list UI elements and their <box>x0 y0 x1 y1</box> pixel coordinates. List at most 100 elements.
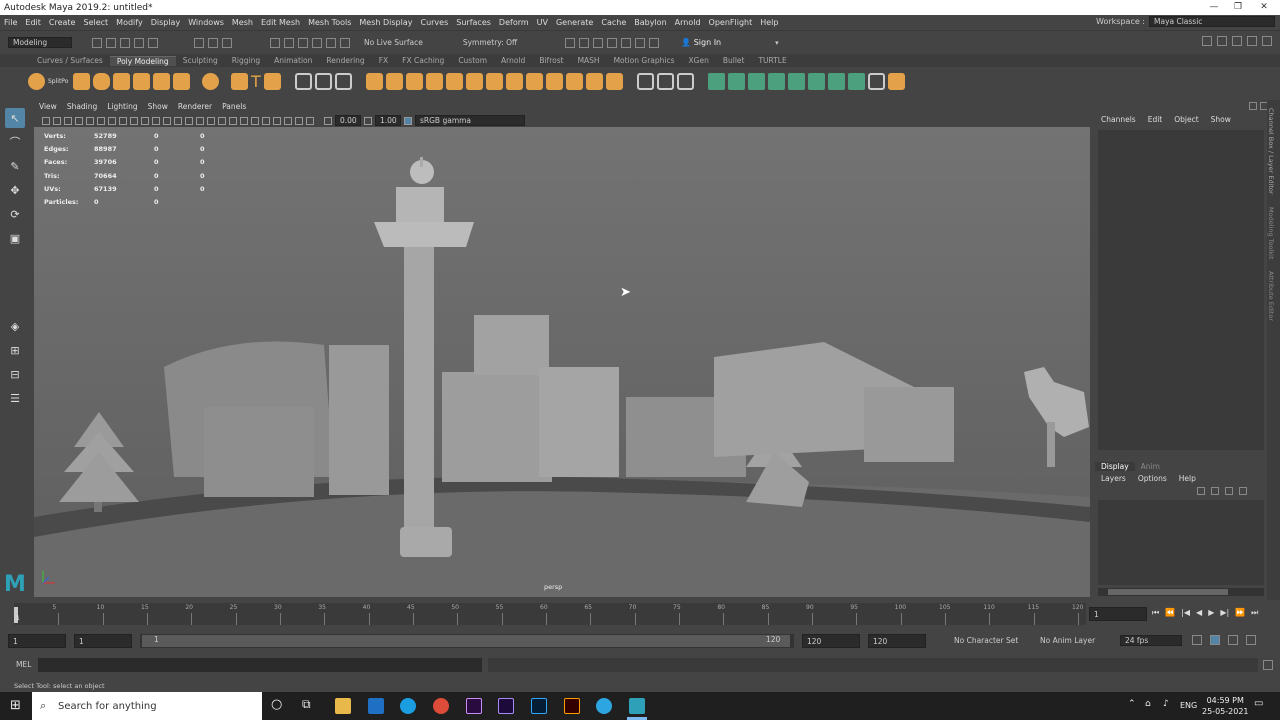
scale-tool-icon[interactable]: ▣ <box>5 228 25 248</box>
new-scene-icon[interactable] <box>92 37 102 48</box>
tool-settings-icon[interactable] <box>1247 36 1257 46</box>
select-component-icon[interactable] <box>222 37 232 48</box>
layer-move-down-icon[interactable] <box>1211 487 1219 495</box>
viewport-menu-shading[interactable]: Shading <box>62 102 102 111</box>
cut-uv-icon[interactable] <box>827 72 845 90</box>
menu-help[interactable]: Help <box>756 18 782 27</box>
time-slider[interactable]: 1 5 10 15 20 25 30 35 40 45 50 55 60 65 70 75 80 85 90 95 1… <box>0 603 1280 627</box>
after-effects-icon[interactable] <box>498 698 514 714</box>
menu-mesh-tools[interactable]: Mesh Tools <box>304 18 355 27</box>
insert-edge-loop-icon[interactable] <box>676 72 694 90</box>
redo-icon[interactable] <box>148 37 158 48</box>
menu-modify[interactable]: Modify <box>112 18 147 27</box>
shelf-tab-turtle[interactable]: TURTLE <box>751 56 793 65</box>
poly-cylinder-icon[interactable] <box>93 72 110 90</box>
arnold-render-icon[interactable] <box>635 37 646 48</box>
side-tab-channel-box[interactable]: Channel Box / Layer Editor <box>1267 108 1275 195</box>
skype-icon[interactable] <box>400 698 416 714</box>
channel-box-menu-object[interactable]: Object <box>1168 115 1204 124</box>
fill-hole-icon[interactable] <box>485 72 503 90</box>
step-forward-key-icon[interactable]: ⏩ <box>1235 608 1245 618</box>
quick-layout-two-icon[interactable]: ⊟ <box>5 364 25 384</box>
auto-map-icon[interactable] <box>767 72 785 90</box>
outliner-icon[interactable]: ☰ <box>5 388 25 408</box>
time-slider-track[interactable]: 1 5 10 15 20 25 30 35 40 45 50 55 60 65 70 75 80 85 90 95 1… <box>14 603 1086 625</box>
shelf-tab-custom[interactable]: Custom <box>451 56 494 65</box>
exposure-icon[interactable] <box>324 116 332 125</box>
shelf-tab-poly-modeling[interactable]: Poly Modeling <box>109 55 176 66</box>
new-empty-layer-icon[interactable] <box>1225 487 1233 495</box>
gate-mask-icon[interactable] <box>119 116 127 125</box>
channel-box-menu-channels[interactable]: Channels <box>1095 115 1142 124</box>
menu-surfaces[interactable]: Surfaces <box>452 18 495 27</box>
layout-uv-icon[interactable] <box>807 72 825 90</box>
shadows-icon[interactable] <box>207 116 215 125</box>
menu-deform[interactable]: Deform <box>495 18 533 27</box>
volume-icon[interactable]: ♪ <box>1163 699 1169 709</box>
shelf-tab-fx-caching[interactable]: FX Caching <box>395 56 451 65</box>
open-scene-icon[interactable] <box>106 37 116 48</box>
isolate-select-icon[interactable] <box>262 116 270 125</box>
menu-mesh[interactable]: Mesh <box>228 18 257 27</box>
channel-box-menu-show[interactable]: Show <box>1205 115 1237 124</box>
menu-mesh-display[interactable]: Mesh Display <box>355 18 416 27</box>
sew-uv-icon[interactable] <box>847 72 865 90</box>
fps-dropdown[interactable]: 24 fps <box>1120 635 1182 646</box>
notification-icon[interactable]: ▭ <box>1254 698 1263 709</box>
menu-uv[interactable]: UV <box>533 18 552 27</box>
layer-tab-anim[interactable]: Anim <box>1135 462 1166 471</box>
poly-torus-icon[interactable] <box>133 72 150 90</box>
target-weld-icon[interactable] <box>545 72 563 90</box>
pause-icon[interactable] <box>649 37 660 48</box>
xray-joints-icon[interactable] <box>295 116 303 125</box>
xray-icon[interactable] <box>273 116 281 125</box>
sign-in-button[interactable]: 👤 Sign In <box>681 38 721 47</box>
select-object-icon[interactable] <box>208 37 218 48</box>
platonic-solid-icon[interactable] <box>202 72 219 90</box>
layer-tab-display[interactable]: Display <box>1095 462 1135 471</box>
menu-select[interactable]: Select <box>79 18 112 27</box>
poly-cube-icon[interactable] <box>73 72 90 90</box>
menu-arnold[interactable]: Arnold <box>671 18 705 27</box>
merge-icon[interactable] <box>525 72 543 90</box>
select-camera-icon[interactable] <box>42 116 50 125</box>
snap-curve-icon[interactable] <box>284 37 294 48</box>
resolution-gate-icon[interactable] <box>108 116 116 125</box>
menu-cache[interactable]: Cache <box>597 18 630 27</box>
textured-icon[interactable] <box>185 116 193 125</box>
safe-action-icon[interactable] <box>141 116 149 125</box>
field-chart-icon[interactable] <box>130 116 138 125</box>
shelf-tab-motion-graphics[interactable]: Motion Graphics <box>607 56 682 65</box>
layer-list[interactable] <box>1098 500 1264 585</box>
boolean-icon[interactable] <box>365 72 383 90</box>
shelf-tab-fx[interactable]: FX <box>372 56 395 65</box>
auto-key-icon[interactable] <box>1210 635 1220 645</box>
collapse-icon[interactable] <box>565 72 583 90</box>
network-icon[interactable]: ⌂ <box>1145 699 1151 709</box>
script-editor-button-icon[interactable] <box>1263 660 1273 670</box>
append-polygon-icon[interactable] <box>505 72 523 90</box>
poly-sphere-icon[interactable] <box>28 72 45 90</box>
poly-disc-icon[interactable] <box>173 72 190 90</box>
bevel-icon[interactable] <box>465 72 483 90</box>
task-view-icon[interactable]: ⧉ <box>302 697 311 712</box>
image-plane-icon[interactable] <box>75 116 83 125</box>
range-slider[interactable]: 1 120 <box>140 634 794 648</box>
extrude-icon[interactable] <box>445 72 463 90</box>
layer-menu-layers[interactable]: Layers <box>1095 474 1132 483</box>
menu-set-dropdown[interactable]: Modeling <box>8 37 72 48</box>
mel-input[interactable] <box>38 658 482 672</box>
menu-babylon[interactable]: Babylon <box>630 18 670 27</box>
layer-move-up-icon[interactable] <box>1197 487 1205 495</box>
unfold-icon[interactable] <box>787 72 805 90</box>
current-frame-field[interactable]: 1 <box>1089 607 1147 621</box>
menu-file[interactable]: File <box>0 18 21 27</box>
perspective-viewport[interactable]: Verts: 52789 0 0 Edges: 88987 0 0 Faces: 39706 0 0 T… <box>34 127 1090 597</box>
attribute-editor-icon[interactable] <box>1232 36 1242 46</box>
minimize-button[interactable]: — <box>1202 0 1226 15</box>
side-tab-modeling-toolkit[interactable]: Modeling Toolkit <box>1267 207 1275 259</box>
lasso-tool-icon[interactable]: ⌒ <box>5 132 25 152</box>
illustrator-icon[interactable] <box>564 698 580 714</box>
wireframe-on-shaded-icon[interactable] <box>174 116 182 125</box>
quick-layout-single-icon[interactable]: ◈ <box>5 316 25 336</box>
